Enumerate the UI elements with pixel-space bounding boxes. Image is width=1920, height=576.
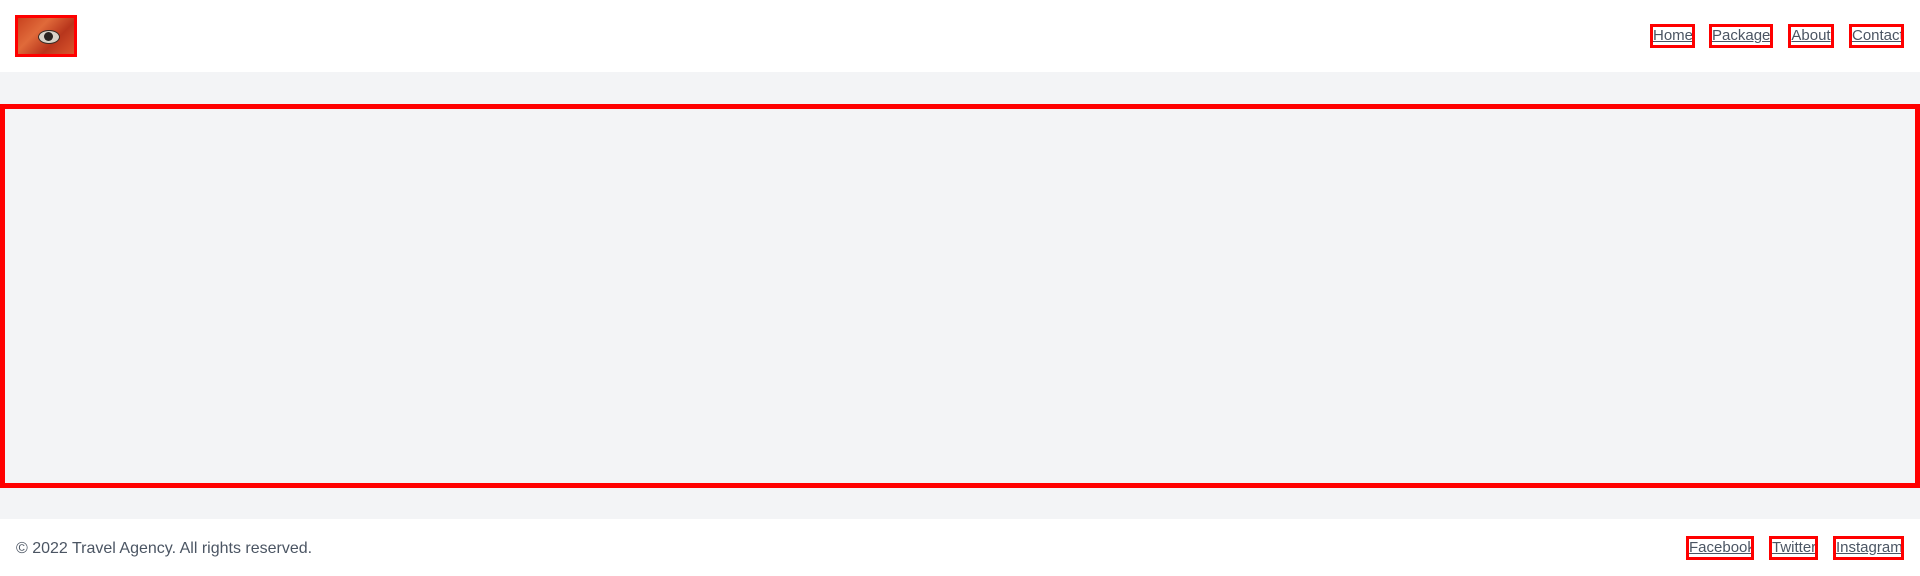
- social-link-twitter[interactable]: Twitter: [1769, 536, 1818, 560]
- nav-link-home[interactable]: Home: [1650, 24, 1695, 48]
- pupil-icon: [44, 32, 53, 41]
- logo[interactable]: [15, 15, 77, 57]
- hero-section: [0, 104, 1920, 488]
- site-footer: © 2022 Travel Agency. All rights reserve…: [0, 519, 1920, 576]
- nav-link-packages[interactable]: Packages: [1709, 24, 1773, 48]
- nav-link-contact[interactable]: Contact: [1849, 24, 1904, 48]
- copyright-text: © 2022 Travel Agency. All rights reserve…: [16, 540, 313, 557]
- page: Home Packages About Contact © 2022 Trave…: [0, 0, 1920, 576]
- social-link-facebook[interactable]: Facebook: [1686, 536, 1754, 560]
- site-header: Home Packages About Contact: [0, 0, 1920, 72]
- social-link-instagram[interactable]: Instagram: [1833, 536, 1904, 560]
- nav-link-about[interactable]: About: [1788, 24, 1834, 48]
